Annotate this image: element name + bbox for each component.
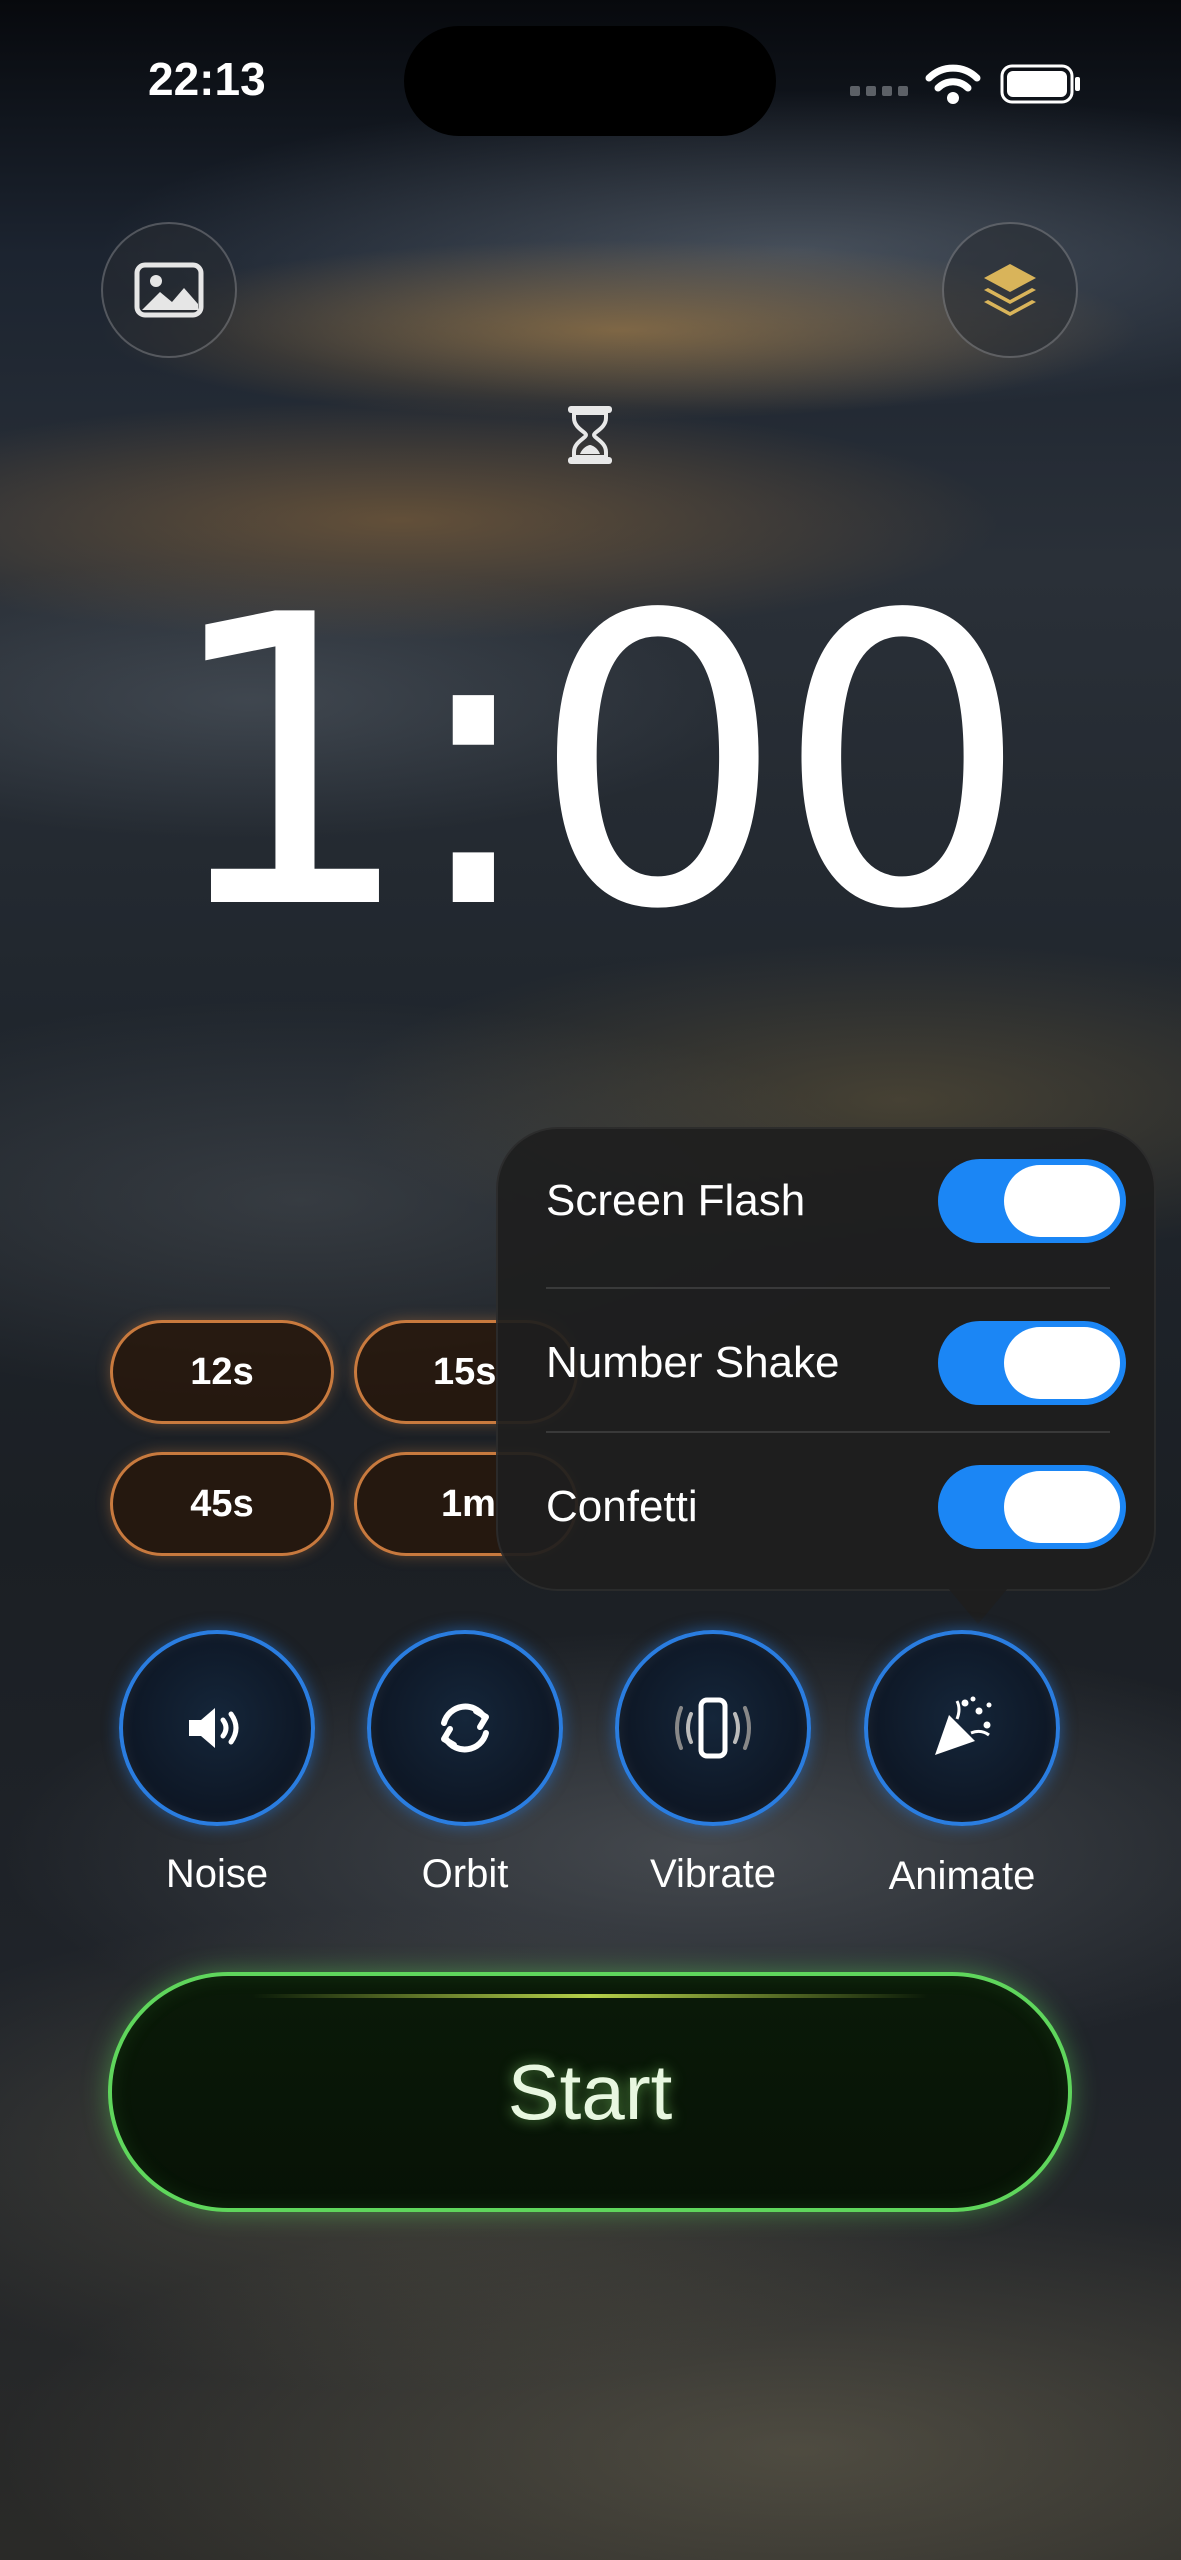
noise-button[interactable]: [119, 1630, 315, 1826]
confetti-label: Confetti: [546, 1482, 698, 1531]
background-image-button[interactable]: [101, 222, 237, 358]
menu-row-screen-flash: Screen Flash: [546, 1129, 1126, 1273]
status-time: 22:13: [148, 53, 266, 105]
animate-button[interactable]: [864, 1630, 1060, 1826]
preset-45s-button[interactable]: 45s: [110, 1452, 334, 1556]
noise-label: Noise: [165, 1852, 269, 1896]
animate-options-menu: Screen Flash Number Shake Confetti: [496, 1127, 1156, 1591]
screen-flash-label: Screen Flash: [546, 1176, 806, 1225]
orbit-button[interactable]: [367, 1630, 563, 1826]
hourglass-icon: [568, 406, 612, 464]
animate-label: Animate: [888, 1854, 1036, 1898]
timer-screen: 22:13 1:00 12s 15s 45s 1m Screen Flash N…: [0, 0, 1181, 2560]
menu-divider: [546, 1287, 1110, 1289]
themes-button[interactable]: [942, 222, 1078, 358]
preset-12s-button[interactable]: 12s: [110, 1320, 334, 1424]
number-shake-toggle[interactable]: [938, 1321, 1126, 1405]
menu-row-number-shake: Number Shake: [546, 1291, 1126, 1435]
menu-row-confetti: Confetti: [546, 1435, 1126, 1579]
party-popper-icon: [935, 1696, 992, 1755]
start-label: Start: [507, 2047, 673, 2136]
battery-icon: [1000, 64, 1080, 104]
layers-icon: [984, 264, 1036, 316]
orbit-icon: [441, 1703, 489, 1753]
wifi-icon: [925, 64, 981, 104]
menu-pointer: [948, 1588, 1008, 1624]
vibrate-label: Vibrate: [649, 1852, 776, 1896]
toggle-knob: [1004, 1165, 1120, 1237]
screen-flash-toggle[interactable]: [938, 1159, 1126, 1243]
cellular-signal-icon: [850, 86, 908, 96]
toggle-knob: [1004, 1471, 1120, 1543]
orbit-label: Orbit: [421, 1852, 509, 1896]
speaker-icon: [189, 1708, 239, 1748]
toggle-knob: [1004, 1327, 1120, 1399]
vibrate-button[interactable]: [615, 1630, 811, 1826]
start-button[interactable]: Start: [108, 1972, 1072, 2212]
vibrate-icon: [675, 1697, 751, 1759]
dynamic-island: [404, 26, 776, 136]
timer-display[interactable]: 1:00: [0, 555, 1181, 975]
number-shake-label: Number Shake: [546, 1338, 840, 1387]
image-icon: [134, 262, 204, 318]
confetti-toggle[interactable]: [938, 1465, 1126, 1549]
status-bar: 22:13: [0, 0, 1181, 160]
start-button-highlight: [252, 1994, 928, 1998]
menu-divider: [546, 1431, 1110, 1433]
